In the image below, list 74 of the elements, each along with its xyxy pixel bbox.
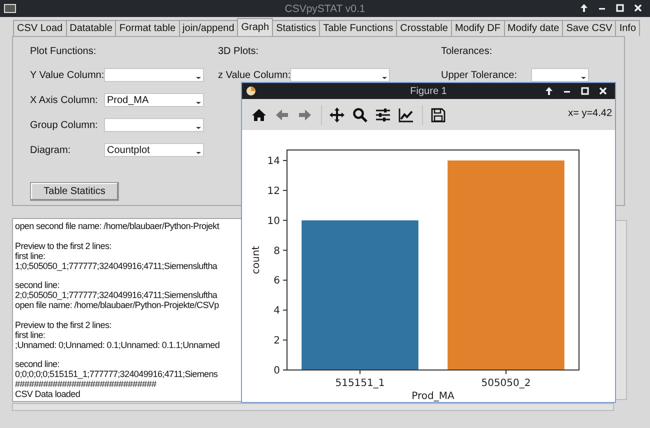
log-line: 1;0;505050_1;777777;324049916;4711;Siemensluftha [15, 260, 218, 270]
tick-label: 4 [274, 306, 280, 317]
caret-icon [196, 75, 201, 79]
log-line: ;Unnamed: 0;Unnamed: 0.1;Unnamed: 0.1.1;Unnamed [15, 340, 220, 350]
move-icon [329, 106, 345, 122]
caret-icon [581, 75, 586, 79]
log-line: first line: [15, 250, 46, 260]
log-line: second line: [15, 280, 60, 290]
dropdown-field[interactable] [290, 68, 390, 82]
window-title: CSVpySTAT v0.1 [284, 2, 366, 14]
field-label: z Value Column: [218, 70, 290, 80]
forward-arrow-icon [297, 106, 313, 122]
field-label: X Axis Column: [30, 94, 99, 106]
field-label: Group Column: [30, 120, 99, 130]
maximize-icon[interactable] [579, 85, 591, 97]
log-line: CSV Data loaded [15, 389, 80, 399]
tick-label: 515151_1 [335, 378, 385, 389]
log-line: Preview to the first 2 lines: [15, 240, 112, 250]
window-icon [4, 4, 16, 13]
log-line: second line: [15, 359, 60, 369]
tick-label: 2 [274, 336, 280, 347]
log-line: open file name: /home/blaubaer/Python-Projekte/CSVp [15, 300, 219, 310]
caret-icon [196, 150, 201, 154]
sliders-icon [375, 106, 391, 122]
tick-label: 8 [274, 246, 280, 257]
axis-label: Prod_MA [412, 391, 454, 402]
tab[interactable]: Modify DF [450, 20, 504, 36]
logo-icon [246, 86, 256, 96]
vertical-scrollbar[interactable] [615, 220, 627, 400]
tick-label: 6 [274, 276, 280, 287]
caret-icon [196, 125, 201, 129]
dropdown-field[interactable]: Countplot [104, 143, 204, 157]
maximize-icon[interactable] [614, 2, 626, 14]
tick-label: 505050_2 [481, 378, 531, 389]
tab[interactable]: Modify date [504, 20, 564, 36]
log-line: Preview to the first 2 lines: [15, 320, 112, 330]
caret-icon [382, 75, 387, 79]
log-line: 0;0;0;0;0;515151_1;777777;324049916;4711;Siemens [15, 369, 218, 379]
dropdown-field[interactable] [531, 68, 589, 82]
home-icon [251, 106, 267, 122]
tab[interactable]: join/append [178, 20, 238, 36]
tab[interactable]: CSV Load [13, 20, 67, 36]
pin-icon[interactable] [578, 2, 590, 14]
caret-icon [196, 100, 201, 104]
window-title: Figure 1 [410, 86, 447, 96]
close-icon[interactable] [632, 2, 644, 14]
section-heading: Plot Functions: [30, 45, 96, 59]
dropdown-field[interactable]: Prod_MA [104, 93, 204, 107]
back-arrow-icon [274, 106, 290, 122]
tick-label: 14 [267, 156, 280, 167]
magnifier-icon [352, 106, 368, 122]
field-label: Diagram: [30, 144, 72, 156]
cursor-coordinates: x= y=4.42 [568, 108, 612, 119]
close-icon[interactable] [597, 85, 609, 97]
tick-label: 12 [267, 186, 280, 197]
tab[interactable]: Graph [237, 18, 274, 36]
axis-label: count [251, 246, 262, 274]
log-line: first line: [15, 330, 46, 340]
field-label: Upper Tolerance: [441, 70, 518, 80]
dropdown-field[interactable] [104, 68, 204, 82]
log-line: ############################## [15, 379, 156, 389]
field-label: Y Value Column: [30, 70, 104, 80]
table-statistics-button[interactable]: Table Statitics [30, 182, 119, 201]
horizontal-scrollbar[interactable] [12, 403, 614, 411]
log-line: open second file name: /home/blaubaer/Python-Projekt [15, 221, 220, 231]
section-heading: Tolerances: [441, 45, 492, 59]
line-chart-icon [398, 106, 414, 122]
tab[interactable]: Info [615, 20, 640, 36]
pin-icon[interactable] [543, 85, 555, 97]
tick-label: 10 [267, 216, 280, 227]
log-line: 2;0;505050_1;777777;324049916;4711;Siemensluftha [15, 290, 218, 300]
tick-label: 0 [274, 366, 280, 376]
section-heading: 3D Plots: [218, 45, 259, 59]
dropdown-field[interactable] [104, 118, 204, 132]
